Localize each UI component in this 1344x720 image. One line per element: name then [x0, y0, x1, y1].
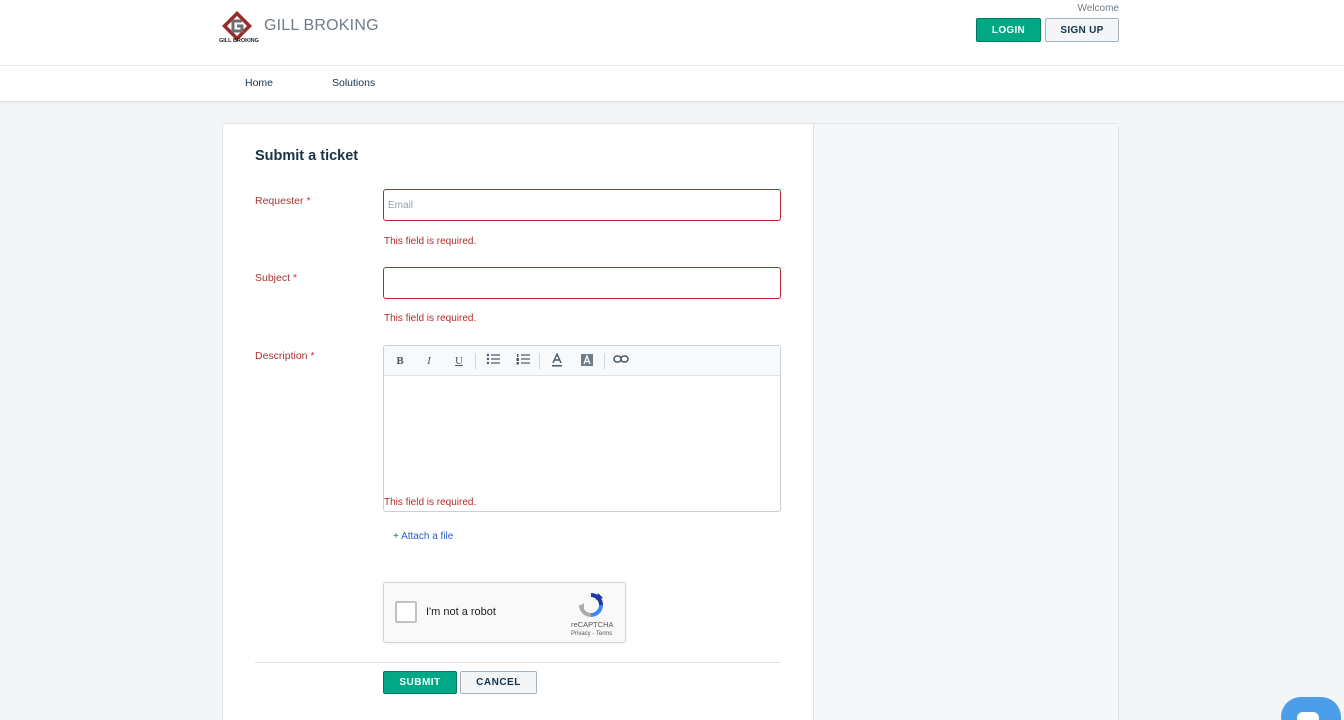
italic-button[interactable]: I: [421, 353, 437, 369]
recaptcha-privacy-terms[interactable]: Privacy - Terms: [571, 631, 612, 637]
nav-item-solutions[interactable]: Solutions: [332, 77, 375, 89]
toolbar-divider: [475, 353, 476, 369]
signup-button[interactable]: SIGN UP: [1045, 18, 1119, 42]
chat-widget-button[interactable]: [1281, 697, 1341, 720]
required-mark: *: [306, 195, 311, 207]
toolbar-divider: [604, 353, 605, 369]
required-mark: *: [293, 272, 298, 284]
main-nav: Home Solutions: [0, 66, 1344, 102]
recaptcha-widget: I'm not a robot reCAPTCHA Privacy - Term…: [383, 582, 626, 643]
bullet-list-icon[interactable]: [485, 353, 501, 369]
form-divider: [255, 662, 781, 663]
required-mark: *: [310, 350, 315, 362]
subject-error: This field is required.: [384, 313, 477, 324]
gill-broking-logo-icon: GILL BROKING: [219, 9, 259, 49]
description-label: Description *: [255, 350, 315, 362]
welcome-text: Welcome: [1077, 3, 1120, 14]
recaptcha-logo-icon: [578, 592, 604, 618]
description-textarea[interactable]: [384, 377, 780, 511]
description-label-text: Description: [255, 350, 308, 362]
top-header: GILL BROKING GILL BROKING Welcome LOGIN …: [0, 0, 1344, 66]
submit-button[interactable]: SUBMIT: [383, 671, 457, 694]
requester-error: This field is required.: [384, 236, 477, 247]
attach-file-link[interactable]: + Attach a file: [393, 531, 453, 542]
side-panel: [813, 124, 1118, 720]
cancel-button[interactable]: CANCEL: [460, 671, 537, 694]
recaptcha-label: I'm not a robot: [426, 606, 496, 618]
login-button[interactable]: LOGIN: [976, 18, 1041, 42]
toolbar-divider: [539, 353, 540, 369]
recaptcha-brand: reCAPTCHA: [571, 620, 614, 629]
font-color-icon[interactable]: [549, 352, 565, 369]
requester-label: Requester *: [255, 195, 311, 207]
insert-link-icon[interactable]: [613, 353, 629, 369]
logo-caption: GILL BROKING: [219, 38, 259, 44]
nav-item-home[interactable]: Home: [245, 77, 273, 89]
page-title: Submit a ticket: [255, 148, 359, 164]
description-editor: B I U: [383, 345, 781, 512]
brand-logo[interactable]: GILL BROKING GILL BROKING: [219, 9, 379, 49]
numbered-list-icon[interactable]: [515, 353, 531, 369]
description-error: This field is required.: [384, 497, 477, 508]
background-color-icon[interactable]: [579, 353, 595, 369]
bold-button[interactable]: B: [392, 353, 408, 369]
requester-email-input[interactable]: [383, 189, 781, 221]
subject-label: Subject *: [255, 272, 297, 284]
subject-input[interactable]: [383, 267, 781, 299]
chat-icon: [1297, 712, 1319, 720]
requester-label-text: Requester: [255, 195, 304, 207]
underline-button[interactable]: U: [451, 353, 467, 369]
brand-name: GILL BROKING: [264, 17, 379, 34]
editor-toolbar: B I U: [384, 346, 780, 376]
recaptcha-checkbox[interactable]: [395, 601, 417, 623]
subject-label-text: Subject: [255, 272, 291, 284]
